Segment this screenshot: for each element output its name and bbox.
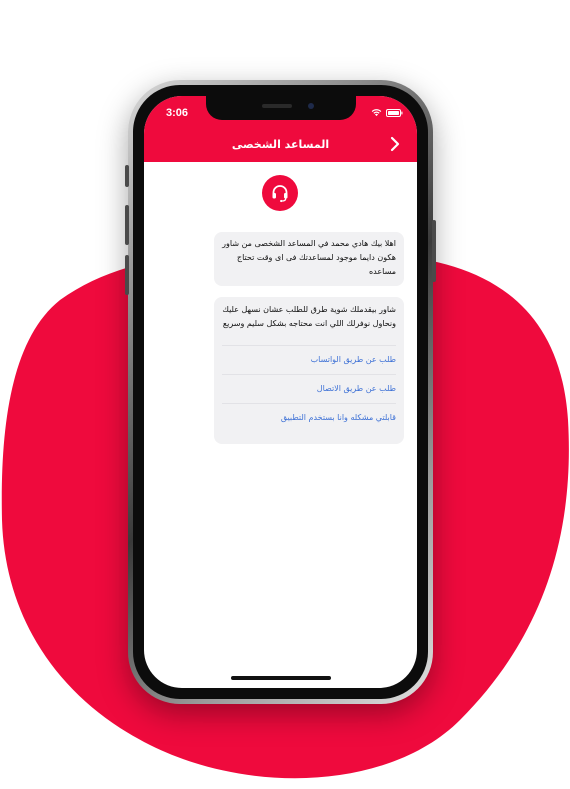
front-camera xyxy=(308,103,314,109)
volume-up-button xyxy=(125,205,129,245)
whatsapp-order-option[interactable]: طلب عن طريق الواتساب xyxy=(222,345,396,374)
options-list: طلب عن طريق الواتساب طلب عن طريق الاتصال… xyxy=(222,345,396,432)
battery-icon xyxy=(386,108,403,117)
power-button xyxy=(432,220,436,282)
phone-frame: 3:06 المساعد الشخصى اهلا بيك هادي محمد ف… xyxy=(125,80,436,704)
home-indicator[interactable] xyxy=(231,676,331,680)
message-text: شاور بيقدملك شوية طرق للطلب عشان نسهل عل… xyxy=(222,305,396,328)
wifi-icon xyxy=(371,109,382,117)
chevron-right-icon[interactable] xyxy=(387,136,403,152)
mute-switch xyxy=(125,165,129,187)
headset-icon xyxy=(272,185,288,203)
call-order-option[interactable]: طلب عن طريق الاتصال xyxy=(222,374,396,403)
notch xyxy=(206,96,356,120)
page-title: المساعد الشخصى xyxy=(231,138,330,151)
report-problem-option[interactable]: قابلتي مشكله وانا بستخدم التطبيق xyxy=(222,403,396,432)
phone-screen: 3:06 المساعد الشخصى اهلا بيك هادي محمد ف… xyxy=(144,96,417,688)
volume-down-button xyxy=(125,255,129,295)
chat-message: اهلا بيك هادي محمد في المساعد الشخصى من … xyxy=(214,232,404,286)
assistant-avatar xyxy=(262,175,298,211)
status-icons xyxy=(371,108,403,117)
chat-message-options: شاور بيقدملك شوية طرق للطلب عشان نسهل عل… xyxy=(214,297,404,444)
status-time: 3:06 xyxy=(166,107,189,119)
message-text: اهلا بيك هادي محمد في المساعد الشخصى من … xyxy=(222,239,396,276)
app-header: 3:06 المساعد الشخصى xyxy=(144,96,417,162)
speaker xyxy=(262,104,292,108)
